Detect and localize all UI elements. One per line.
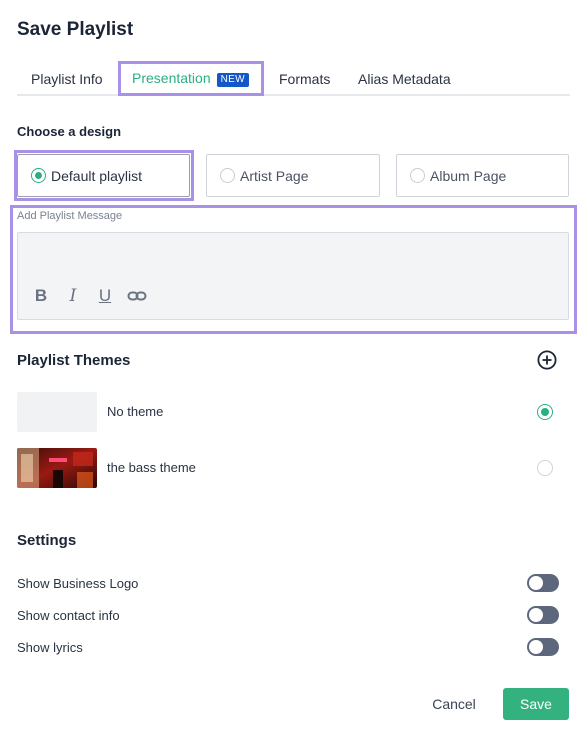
- message-label: Add Playlist Message: [17, 210, 123, 222]
- setting-label: Show contact info: [17, 608, 120, 623]
- radio-empty-icon: [220, 168, 235, 183]
- radio-selected-icon: [31, 168, 46, 183]
- playlist-message-editor[interactable]: [17, 232, 569, 320]
- setting-label: Show Business Logo: [17, 576, 139, 591]
- tab-playlist-info[interactable]: Playlist Info: [31, 62, 103, 96]
- design-option-album-page[interactable]: Album Page: [396, 154, 569, 197]
- tab-alias-metadata[interactable]: Alias Metadata: [358, 62, 451, 96]
- radio-empty-icon: [410, 168, 425, 183]
- theme-thumbnail-image: [17, 448, 97, 488]
- design-option-label: Default playlist: [51, 168, 143, 184]
- toggle-switch[interactable]: [527, 638, 559, 656]
- italic-icon[interactable]: I: [63, 286, 83, 306]
- theme-row-no-theme[interactable]: No theme: [17, 392, 557, 432]
- theme-name: No theme: [107, 404, 164, 419]
- tab-presentation[interactable]: Presentation NEW: [118, 61, 264, 96]
- setting-show-contact-info: Show contact info: [17, 606, 559, 626]
- plus-circle-icon[interactable]: [537, 350, 557, 370]
- setting-label: Show lyrics: [17, 640, 83, 655]
- cancel-button[interactable]: Cancel: [423, 688, 485, 720]
- underline-icon[interactable]: U: [95, 286, 115, 306]
- tab-bar: Playlist Info Presentation NEW Formats Al…: [17, 61, 570, 96]
- themes-title: Playlist Themes: [17, 352, 131, 369]
- bold-icon[interactable]: B: [31, 286, 51, 306]
- setting-show-lyrics: Show lyrics: [17, 638, 559, 658]
- theme-name: the bass theme: [107, 460, 196, 475]
- design-option-label: Album Page: [430, 168, 507, 184]
- new-badge: NEW: [216, 73, 249, 87]
- design-option-default-playlist[interactable]: Default playlist: [17, 154, 190, 197]
- theme-thumbnail-empty: [17, 392, 97, 432]
- design-option-artist-page[interactable]: Artist Page: [206, 154, 380, 197]
- toggle-switch[interactable]: [527, 606, 559, 624]
- toggle-switch[interactable]: [527, 574, 559, 592]
- design-option-label: Artist Page: [240, 168, 309, 184]
- radio-selected-icon[interactable]: [537, 404, 553, 420]
- save-button[interactable]: Save: [503, 688, 569, 720]
- dialog-title: Save Playlist: [17, 19, 134, 40]
- theme-row-bass-theme[interactable]: the bass theme: [17, 448, 557, 488]
- settings-title: Settings: [17, 532, 77, 549]
- tab-presentation-label: Presentation: [132, 70, 211, 86]
- tab-formats[interactable]: Formats: [279, 62, 330, 96]
- setting-show-business-logo: Show Business Logo: [17, 574, 559, 594]
- link-icon[interactable]: [127, 286, 147, 306]
- radio-empty-icon[interactable]: [537, 460, 553, 476]
- design-section-label: Choose a design: [17, 124, 122, 139]
